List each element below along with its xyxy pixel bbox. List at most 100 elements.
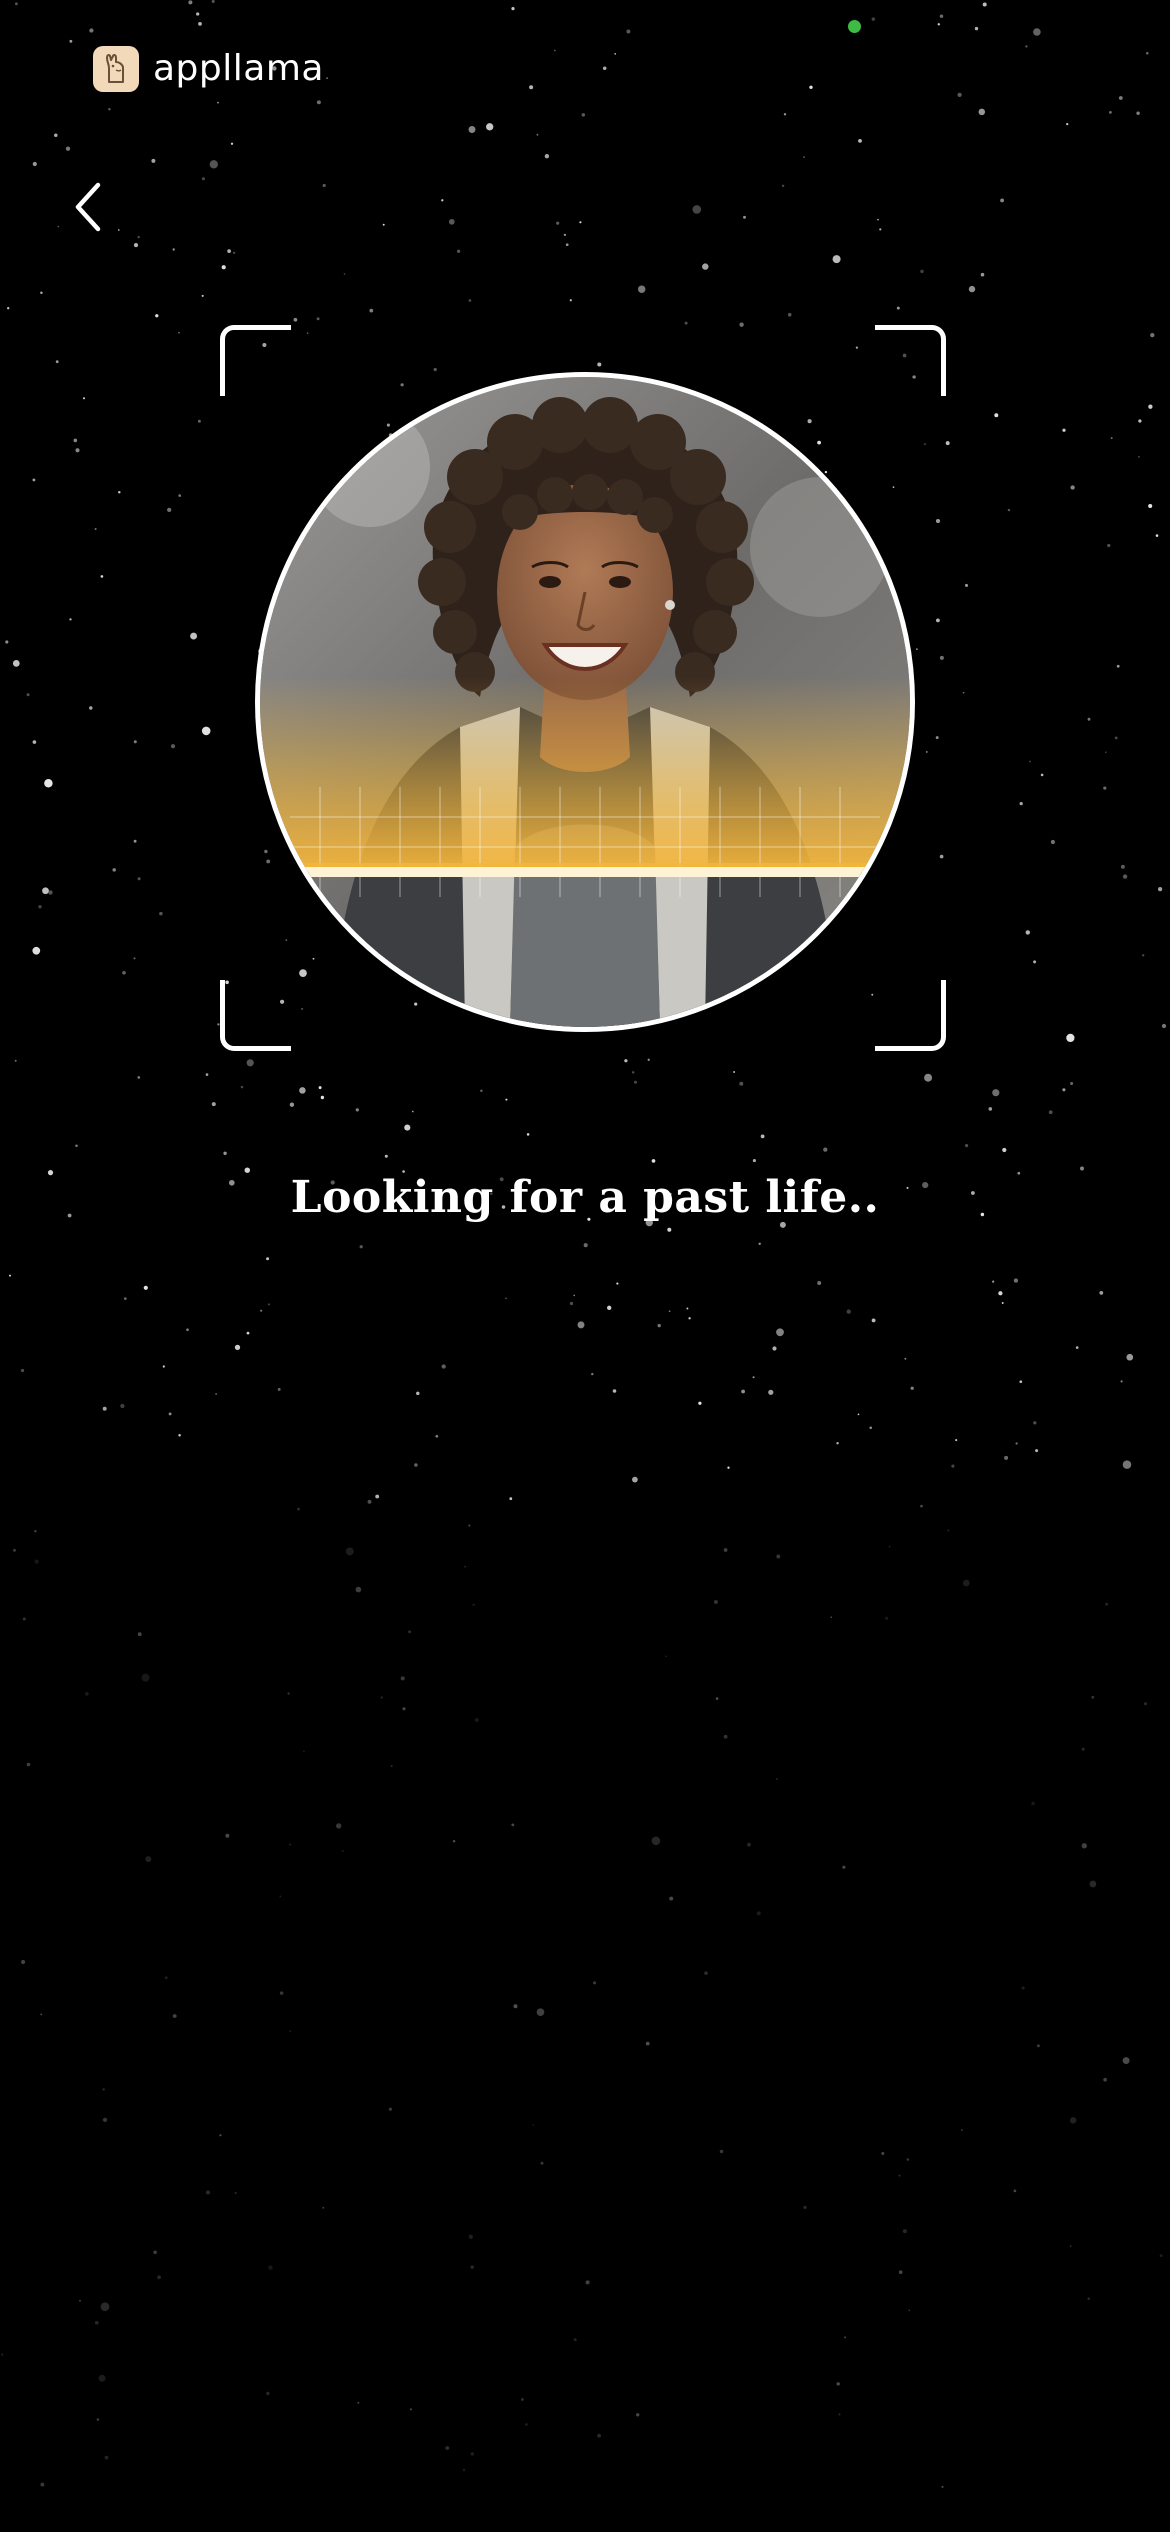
star [102, 2117, 108, 2123]
star [803, 2205, 807, 2209]
star [240, 1085, 244, 1089]
star [968, 285, 976, 293]
star [178, 331, 180, 334]
star [260, 1309, 263, 1312]
star [998, 1291, 1003, 1296]
star [669, 1896, 674, 1901]
star [1050, 839, 1055, 845]
scan-corner-top-right [875, 325, 946, 396]
star [55, 360, 59, 364]
star [1105, 1602, 1109, 1606]
star [1031, 1801, 1035, 1806]
star [168, 1412, 172, 1416]
star [657, 1323, 661, 1328]
star [803, 156, 805, 159]
star [69, 39, 73, 43]
star [1004, 1455, 1009, 1460]
star [1001, 1302, 1004, 1304]
star [1122, 1460, 1132, 1469]
star [752, 1159, 756, 1163]
star [612, 1389, 617, 1393]
star [871, 17, 876, 21]
star [1, 2353, 4, 2356]
star [89, 706, 93, 710]
star [316, 317, 320, 321]
star [1109, 111, 1112, 114]
star [104, 2455, 109, 2460]
star [1145, 51, 1149, 55]
star [540, 2161, 544, 2165]
star [145, 1856, 152, 1863]
star [12, 660, 20, 667]
star [322, 183, 326, 188]
star [957, 92, 962, 98]
star [651, 1159, 656, 1163]
star [341, 1849, 344, 1852]
star [597, 2433, 601, 2438]
star [157, 2275, 162, 2280]
star [287, 1692, 290, 1695]
star [591, 1372, 594, 1376]
star [201, 294, 204, 297]
star [367, 1499, 372, 1504]
star [768, 1389, 774, 1395]
star [108, 108, 111, 111]
star [409, 2408, 413, 2411]
star [369, 308, 374, 313]
star [747, 1842, 751, 1847]
star [978, 108, 986, 116]
star [75, 448, 80, 453]
star [664, 1655, 667, 1658]
star [937, 23, 940, 26]
star [32, 161, 37, 167]
star [211, 1102, 216, 1107]
star [583, 1243, 588, 1248]
star [1013, 2189, 1017, 2193]
star [414, 1463, 418, 1467]
star [42, 887, 49, 895]
star [1062, 1088, 1066, 1092]
star [246, 1059, 254, 1067]
star [1000, 198, 1005, 203]
star [20, 1368, 25, 1373]
star [505, 1098, 508, 1101]
star [624, 1059, 628, 1063]
star [783, 113, 787, 116]
star [336, 1823, 342, 1829]
back-button[interactable] [60, 175, 116, 239]
star [858, 138, 862, 143]
star [1069, 2117, 1077, 2124]
star [1104, 751, 1107, 754]
star [1036, 2044, 1040, 2048]
star [188, 0, 193, 5]
star [686, 1307, 689, 1310]
star [197, 419, 201, 423]
star [302, 1750, 305, 1753]
star [988, 1107, 993, 1111]
star [65, 146, 71, 151]
star [1159, 2254, 1163, 2258]
star [234, 2192, 237, 2194]
star [1155, 534, 1159, 537]
star [402, 1707, 406, 1711]
star [939, 14, 944, 18]
star [830, 1616, 833, 1619]
star [5, 640, 9, 644]
star [230, 142, 234, 145]
star [201, 726, 211, 736]
star [947, 1529, 950, 1532]
star [1144, 1702, 1147, 1706]
star [651, 1836, 661, 1846]
star [137, 877, 141, 881]
star [772, 1346, 777, 1351]
star [464, 1565, 467, 1568]
star [186, 1328, 189, 1332]
star [631, 1071, 635, 1074]
star [974, 26, 979, 31]
star [480, 1089, 483, 1092]
star [962, 691, 965, 694]
star [1025, 45, 1028, 48]
star [1062, 428, 1066, 432]
star [636, 2413, 640, 2417]
star [1015, 1442, 1018, 1445]
